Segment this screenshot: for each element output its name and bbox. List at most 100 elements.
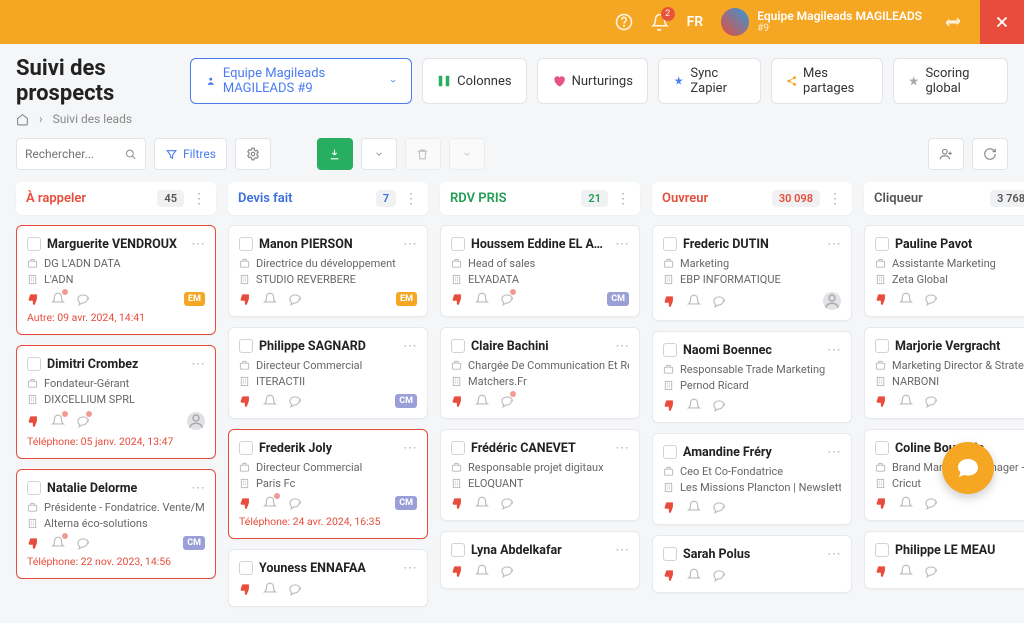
downvote-icon[interactable] [875,394,889,408]
card-menu-icon[interactable]: ⋯ [191,236,205,252]
column-menu-icon[interactable]: ⋮ [616,192,630,206]
reminder-icon[interactable] [475,564,489,578]
card-menu-icon[interactable]: ⋯ [827,444,841,460]
search-input-wrap[interactable] [16,138,146,170]
card-checkbox[interactable] [663,445,677,459]
downvote-icon[interactable] [663,398,677,412]
card-checkbox[interactable] [875,543,889,557]
columns-button[interactable]: Colonnes [422,58,526,104]
card-checkbox[interactable] [451,543,465,557]
message-icon[interactable] [75,292,89,306]
lead-card[interactable]: Youness ENNAFAA ⋯ [228,549,428,607]
card-checkbox[interactable] [875,339,889,353]
swap-icon[interactable] [944,13,962,31]
reminder-icon[interactable] [687,500,701,514]
message-icon[interactable] [75,414,89,428]
user-add-button[interactable] [928,138,964,170]
lead-card[interactable]: Marguerite VENDROUX ⋯ DG L'ADN DATA L'AD… [16,225,216,335]
card-menu-icon[interactable]: ⋯ [615,338,629,354]
column-menu-icon[interactable]: ⋮ [404,192,418,206]
card-checkbox[interactable] [451,441,465,455]
downvote-icon[interactable] [27,292,41,306]
message-icon[interactable] [287,496,301,510]
message-icon[interactable] [923,564,937,578]
download-menu[interactable] [361,138,397,170]
sync-zapier-button[interactable]: Sync Zapier [658,58,761,104]
lead-card[interactable]: Claire Bachini ⋯ Chargée De Communicatio… [440,327,640,419]
downvote-icon[interactable] [663,500,677,514]
download-button[interactable] [317,138,353,170]
lead-card[interactable]: Houssem Eddine EL Ayadi ⋯ Head of sales … [440,225,640,317]
downvote-icon[interactable] [875,496,889,510]
card-menu-icon[interactable]: ⋯ [403,440,417,456]
downvote-icon[interactable] [239,496,253,510]
lead-card[interactable]: Philippe SAGNARD ⋯ Directeur Commercial … [228,327,428,419]
card-checkbox[interactable] [27,237,41,251]
message-icon[interactable] [499,394,513,408]
message-icon[interactable] [711,568,725,582]
downvote-icon[interactable] [239,582,253,596]
reminder-icon[interactable] [899,496,913,510]
team-chip[interactable]: Equipe Magileads MAGILEADS #9 [721,8,922,36]
search-input[interactable] [25,147,125,161]
reminder-icon[interactable] [51,292,65,306]
card-checkbox[interactable] [875,237,889,251]
filters-button[interactable]: Filtres [154,138,227,170]
reminder-icon[interactable] [51,536,65,550]
reminder-icon[interactable] [51,414,65,428]
lead-card[interactable]: Sarah Polus ⋯ [652,535,852,593]
card-menu-icon[interactable]: ⋯ [191,480,205,496]
reminder-icon[interactable] [263,582,277,596]
message-icon[interactable] [287,394,301,408]
card-menu-icon[interactable]: ⋯ [827,342,841,358]
card-checkbox[interactable] [27,357,41,371]
shares-button[interactable]: Mes partages [771,58,883,104]
downvote-icon[interactable] [451,564,465,578]
message-icon[interactable] [499,564,513,578]
card-menu-icon[interactable]: ⋯ [615,542,629,558]
downvote-icon[interactable] [875,564,889,578]
downvote-icon[interactable] [663,294,677,308]
column-menu-icon[interactable]: ⋮ [828,192,842,206]
card-checkbox[interactable] [239,441,253,455]
lead-card[interactable]: Amandine Fréry ⋯ Ceo Et Co-Fondatrice Le… [652,433,852,525]
message-icon[interactable] [499,496,513,510]
message-icon[interactable] [711,398,725,412]
column-menu-icon[interactable]: ⋮ [192,192,206,206]
downvote-icon[interactable] [27,414,41,428]
message-icon[interactable] [711,500,725,514]
card-menu-icon[interactable]: ⋯ [615,440,629,456]
lead-card[interactable]: Naomi Boennec ⋯ Responsable Trade Market… [652,331,852,423]
card-menu-icon[interactable]: ⋯ [403,338,417,354]
lead-card[interactable]: Natalie Delorme ⋯ Présidente - Fondatric… [16,469,216,579]
reminder-icon[interactable] [899,394,913,408]
card-menu-icon[interactable]: ⋯ [615,236,629,252]
bell-icon[interactable]: 2 [651,13,669,31]
card-checkbox[interactable] [663,237,677,251]
scoring-button[interactable]: Scoring global [893,58,1008,104]
refresh-button[interactable] [972,138,1008,170]
message-icon[interactable] [923,496,937,510]
card-checkbox[interactable] [875,441,889,455]
downvote-icon[interactable] [875,292,889,306]
reminder-icon[interactable] [263,496,277,510]
lead-card[interactable]: Frederik Joly ⋯ Directeur Commercial Par… [228,429,428,539]
downvote-icon[interactable] [663,568,677,582]
close-button[interactable] [980,0,1024,44]
message-icon[interactable] [287,582,301,596]
team-picker-button[interactable]: Equipe Magileads MAGILEADS #9 [190,58,412,104]
message-icon[interactable] [711,294,725,308]
settings-button[interactable] [235,138,271,170]
reminder-icon[interactable] [899,564,913,578]
delete-menu[interactable] [449,138,485,170]
lead-card[interactable]: Marjorie Vergracht ⋯ Marketing Director … [864,327,1024,419]
downvote-icon[interactable] [451,496,465,510]
card-checkbox[interactable] [239,561,253,575]
delete-button[interactable] [405,138,441,170]
lead-card[interactable]: Philippe LE MEAU ⋯ [864,531,1024,589]
card-checkbox[interactable] [27,481,41,495]
card-menu-icon[interactable]: ⋯ [403,236,417,252]
message-icon[interactable] [923,394,937,408]
card-checkbox[interactable] [663,547,677,561]
lead-card[interactable]: Frederic DUTIN ⋯ Marketing EBP INFORMATI… [652,225,852,321]
